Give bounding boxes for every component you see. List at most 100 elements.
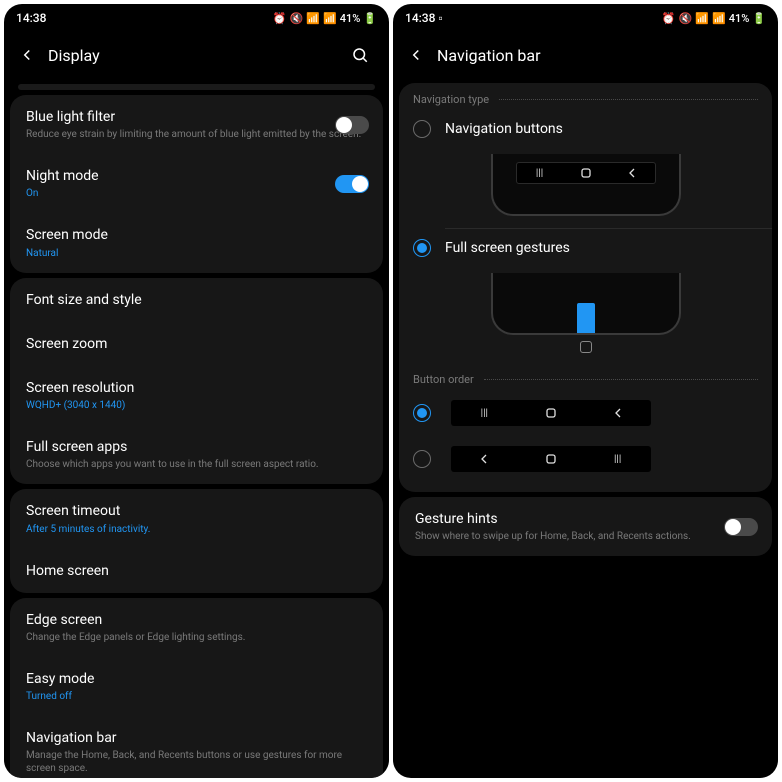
row-title: Font size and style (26, 291, 367, 309)
card-nav-type: Navigation type Navigation buttons ||| (399, 83, 772, 492)
navigation-bar-settings-screen: 14:38 ▫ ⏰ 🔇 📶 📶 41% 🔋 Navigation bar Nav… (393, 4, 778, 778)
settings-row[interactable]: Screen resolution WQHD+ (3040 x 1440) (10, 366, 383, 425)
row-title: Full screen apps (26, 438, 367, 456)
search-button[interactable] (343, 38, 377, 72)
screenshot-icon: ▫ (438, 11, 442, 25)
settings-row[interactable]: Screen zoom (10, 322, 383, 366)
mute-icon: 🔇 (290, 12, 304, 25)
settings-row[interactable]: Font size and style (10, 278, 383, 322)
mute-icon: 🔇 (679, 12, 693, 25)
row-gesture-hints[interactable]: Gesture hints Show where to swipe up for… (399, 497, 772, 556)
recents-icon: ||| (606, 454, 630, 465)
option-label: Navigation buttons (445, 121, 563, 137)
recents-icon: ||| (472, 408, 496, 419)
row-subtitle: WQHD+ (3040 x 1440) (26, 399, 367, 412)
settings-row[interactable]: Easy mode Turned off (10, 657, 383, 716)
section-nav-type: Navigation type (399, 83, 772, 110)
toggle-off[interactable] (724, 518, 758, 536)
option-label: Full screen gestures (445, 240, 570, 256)
back-button[interactable] (399, 38, 433, 72)
card-gesture-hints: Gesture hints Show where to swipe up for… (399, 497, 772, 556)
option-nav-buttons[interactable]: Navigation buttons (399, 110, 772, 148)
page-title: Display (48, 46, 343, 65)
gesture-indicator (577, 303, 595, 333)
nav-settings-content[interactable]: Navigation type Navigation buttons ||| (393, 78, 778, 778)
row-title: Night mode (26, 167, 367, 185)
page-title: Navigation bar (437, 46, 772, 65)
toggle-off[interactable] (335, 116, 369, 134)
wifi-icon: 📶 (695, 12, 709, 25)
row-title: Screen zoom (26, 335, 367, 353)
settings-list[interactable]: Blue light filterReduce eye strain by li… (4, 78, 389, 778)
back-icon (606, 408, 630, 418)
status-bar: 14:38 ▫ ⏰ 🔇 📶 📶 41% 🔋 (393, 4, 778, 32)
radio-unselected[interactable] (413, 120, 431, 138)
row-title: Easy mode (26, 670, 367, 688)
card-light: Blue light filterReduce eye strain by li… (10, 95, 383, 273)
radio-selected[interactable] (413, 239, 431, 257)
home-outline-icon (580, 341, 592, 353)
battery-pct: 41% (340, 12, 361, 25)
home-icon (574, 168, 598, 178)
button-order-2[interactable]: ||| (399, 436, 772, 482)
divider (499, 99, 758, 100)
toggle-on[interactable] (335, 175, 369, 193)
radio-selected[interactable] (413, 404, 431, 422)
settings-row[interactable]: Blue light filterReduce eye strain by li… (10, 95, 383, 154)
signal-icon: 📶 (712, 12, 726, 25)
section-label: Navigation type (413, 93, 489, 106)
display-settings-screen: 14:38 ⏰ 🔇 📶 📶 41% 🔋 Display Blue light f… (4, 4, 389, 778)
row-subtitle: After 5 minutes of inactivity. (26, 523, 367, 536)
scroll-indicator (18, 84, 375, 90)
back-icon (620, 168, 644, 178)
signal-icon: 📶 (323, 12, 337, 25)
row-subtitle: Manage the Home, Back, and Recents butto… (26, 749, 367, 775)
row-title: Screen timeout (26, 502, 367, 520)
section-button-order: Button order (399, 363, 772, 390)
preview-nav-buttons: ||| (399, 154, 772, 216)
status-time: 14:38 (16, 11, 46, 25)
settings-row[interactable]: Navigation bar Manage the Home, Back, and… (10, 716, 383, 778)
row-title: Navigation bar (26, 729, 367, 747)
row-subtitle: Turned off (26, 690, 367, 703)
row-subtitle: Natural (26, 247, 367, 260)
wifi-icon: 📶 (306, 12, 320, 25)
alarm-icon: ⏰ (662, 12, 676, 25)
settings-row[interactable]: Screen mode Natural (10, 213, 383, 272)
settings-row[interactable]: Screen timeout After 5 minutes of inactiv… (10, 489, 383, 548)
status-icons: ⏰ 🔇 📶 📶 41% 🔋 (662, 12, 766, 25)
row-title: Screen resolution (26, 379, 367, 397)
divider (484, 379, 758, 380)
status-time: 14:38 ▫ (405, 11, 443, 25)
card-font: Font size and style Screen zoom Screen res… (10, 278, 383, 485)
row-subtitle: Choose which apps you want to use in the… (26, 458, 367, 471)
settings-row[interactable]: Edge screen Change the Edge panels or Edg… (10, 598, 383, 657)
recents-icon: ||| (528, 168, 552, 179)
battery-icon: 🔋 (752, 12, 766, 25)
row-subtitle: On (26, 187, 367, 200)
battery-pct: 41% (729, 12, 750, 25)
order-preview: ||| (451, 446, 651, 472)
settings-row[interactable]: Full screen apps Choose which apps you wa… (10, 425, 383, 484)
radio-unselected[interactable] (413, 450, 431, 468)
order-preview: ||| (451, 400, 651, 426)
card-timeout: Screen timeout After 5 minutes of inactiv… (10, 489, 383, 592)
app-bar: Display (4, 32, 389, 78)
back-button[interactable] (10, 38, 44, 72)
settings-row[interactable]: Night mode On (10, 154, 383, 213)
row-title: Home screen (26, 562, 367, 580)
section-label: Button order (413, 373, 474, 386)
row-title: Screen mode (26, 226, 367, 244)
row-title: Blue light filter (26, 108, 367, 126)
row-subtitle: Show where to swipe up for Home, Back, a… (415, 530, 756, 543)
app-bar: Navigation bar (393, 32, 778, 78)
row-title: Edge screen (26, 611, 367, 629)
option-full-screen-gestures[interactable]: Full screen gestures (399, 229, 772, 267)
status-icons: ⏰ 🔇 📶 📶 41% 🔋 (273, 12, 377, 25)
card-edge: Edge screen Change the Edge panels or Edg… (10, 598, 383, 778)
status-bar: 14:38 ⏰ 🔇 📶 📶 41% 🔋 (4, 4, 389, 32)
row-subtitle: Change the Edge panels or Edge lighting … (26, 631, 367, 644)
home-icon (539, 454, 563, 464)
settings-row[interactable]: Home screen (10, 549, 383, 593)
button-order-1[interactable]: ||| (399, 390, 772, 436)
